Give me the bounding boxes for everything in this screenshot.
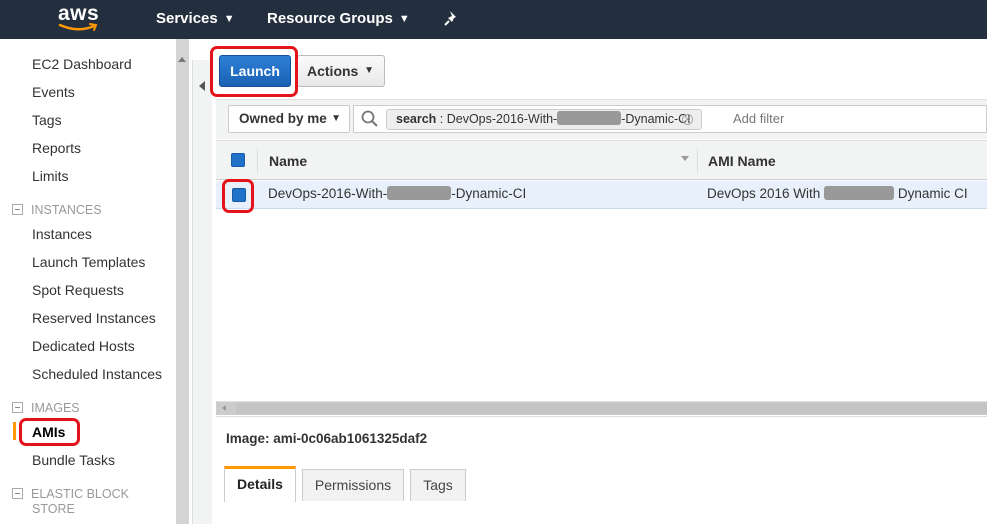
search-icon	[361, 110, 378, 127]
row-ami-prefix: DevOps 2016 With	[707, 186, 825, 201]
top-navigation-bar: aws Services ▼ Resource Groups ▼	[0, 0, 987, 39]
row-name-prefix: DevOps-2016-With-	[268, 186, 388, 201]
sidebar-section-elastic-block-store[interactable]: ELASTIC BLOCK	[12, 487, 129, 501]
tab-tags[interactable]: Tags	[410, 469, 466, 501]
token-separator: :	[436, 112, 447, 126]
remove-token-icon[interactable]: ✕	[682, 114, 693, 125]
chevron-down-icon: ▼	[364, 65, 374, 76]
resource-groups-menu[interactable]: Resource Groups ▼	[267, 10, 410, 27]
sidebar: EC2 Dashboard Events Tags Reports Limits…	[0, 39, 176, 524]
detail-pane: Image: ami-0c06ab1061325daf2 Details Per…	[216, 416, 987, 524]
sidebar-section-title-cont: STORE	[32, 502, 75, 516]
sidebar-item-tags[interactable]: Tags	[32, 112, 62, 128]
collapse-icon	[12, 204, 23, 215]
search-filter-token[interactable]: search : DevOps-2016-With- -Dynamic-CI ✕	[386, 109, 702, 130]
search-input[interactable]: search : DevOps-2016-With- -Dynamic-CI ✕ …	[353, 105, 987, 133]
token-suffix: -Dynamic-CI	[621, 112, 691, 126]
redacted-text	[387, 186, 452, 200]
collapse-left-icon	[199, 81, 205, 91]
column-header-ami-name[interactable]: AMI Name	[708, 153, 776, 169]
owner-filter-select[interactable]: Owned by me ▼	[228, 105, 350, 133]
actions-button[interactable]: Actions ▼	[297, 55, 385, 87]
aws-smile-icon	[58, 23, 98, 31]
section-title: ELASTIC BLOCK	[31, 487, 129, 501]
table-row[interactable]: DevOps-2016-With- -Dynamic-CI DevOps 2016…	[216, 181, 987, 209]
services-menu[interactable]: Services ▼	[156, 10, 235, 27]
section-title: IMAGES	[31, 401, 80, 415]
detail-tabs: Details Permissions Tags	[216, 466, 987, 502]
scrollbar-thumb[interactable]	[236, 403, 987, 414]
sidebar-item-reports[interactable]: Reports	[32, 140, 81, 156]
row-checkbox[interactable]	[232, 188, 246, 202]
row-name-cell: DevOps-2016-With- -Dynamic-CI	[268, 186, 526, 201]
table-header: Name AMI Name	[216, 140, 987, 180]
section-title: INSTANCES	[31, 203, 102, 217]
owner-filter-value: Owned by me	[239, 111, 327, 126]
sort-icon[interactable]	[681, 156, 689, 161]
collapse-icon	[12, 488, 23, 499]
column-divider	[257, 149, 258, 173]
redacted-text	[557, 111, 622, 125]
actions-label: Actions	[307, 63, 359, 79]
column-header-name[interactable]: Name	[269, 153, 307, 169]
sidebar-section-images[interactable]: IMAGES	[12, 401, 80, 415]
sidebar-item-bundle-tasks[interactable]: Bundle Tasks	[32, 452, 115, 468]
sidebar-item-spot-requests[interactable]: Spot Requests	[32, 282, 124, 298]
aws-logo-text: aws	[58, 2, 100, 25]
aws-logo[interactable]: aws	[58, 2, 102, 34]
chevron-down-icon: ▼	[331, 113, 341, 124]
chevron-down-icon: ▼	[223, 13, 235, 26]
pin-icon[interactable]	[443, 9, 461, 27]
chevron-down-icon: ▼	[398, 13, 410, 26]
select-all-checkbox[interactable]	[231, 153, 245, 167]
scroll-up-icon[interactable]	[178, 57, 186, 62]
sidebar-item-dedicated-hosts[interactable]: Dedicated Hosts	[32, 338, 135, 354]
sidebar-item-amis[interactable]: AMIs	[32, 424, 65, 440]
tab-permissions[interactable]: Permissions	[302, 469, 404, 501]
image-id-label: Image: ami-0c06ab1061325daf2	[226, 431, 428, 446]
add-filter-placeholder[interactable]: Add filter	[733, 111, 784, 126]
table-horizontal-scrollbar[interactable]	[216, 401, 987, 415]
resource-groups-label: Resource Groups	[267, 10, 393, 27]
scroll-left-icon[interactable]	[222, 405, 226, 411]
main-content: Launch Actions ▼ Owned by me ▼ search : De…	[213, 39, 987, 524]
redacted-text	[824, 186, 895, 200]
sidebar-scrollbar[interactable]	[176, 39, 189, 524]
row-ami-name-cell: DevOps 2016 With Dynamic CI	[707, 186, 968, 201]
collapse-icon	[12, 402, 23, 413]
sidebar-section-instances[interactable]: INSTANCES	[12, 203, 102, 217]
toolbar: Launch Actions ▼	[213, 39, 987, 99]
sidebar-item-launch-templates[interactable]: Launch Templates	[32, 254, 145, 270]
sidebar-item-reserved-instances[interactable]: Reserved Instances	[32, 310, 156, 326]
sidebar-item-ec2-dashboard[interactable]: EC2 Dashboard	[32, 56, 132, 72]
services-label: Services	[156, 10, 218, 27]
token-prefix: DevOps-2016-With-	[446, 112, 558, 126]
sidebar-item-events[interactable]: Events	[32, 84, 75, 100]
filter-bar: Owned by me ▼ search : DevOps-2016-With- -…	[216, 99, 987, 139]
column-divider[interactable]	[697, 149, 698, 173]
sidebar-item-scheduled-instances[interactable]: Scheduled Instances	[32, 366, 162, 382]
active-indicator	[13, 422, 16, 440]
row-ami-suffix: Dynamic CI	[894, 186, 968, 201]
sidebar-item-instances[interactable]: Instances	[32, 226, 92, 242]
tab-details[interactable]: Details	[224, 466, 296, 502]
sidebar-item-limits[interactable]: Limits	[32, 168, 69, 184]
token-key: search	[396, 112, 437, 126]
launch-button[interactable]: Launch	[219, 55, 291, 87]
sidebar-collapse-handle[interactable]	[192, 60, 212, 524]
row-name-suffix: -Dynamic-CI	[451, 186, 527, 201]
